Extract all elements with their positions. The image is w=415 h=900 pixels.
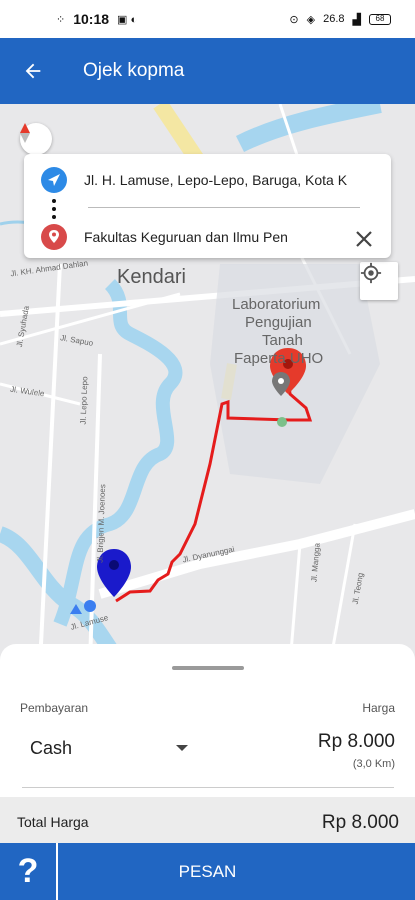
- payment-method-dropdown[interactable]: Cash: [20, 728, 192, 768]
- back-button[interactable]: [0, 38, 66, 104]
- wifi-icon: ◈: [306, 13, 316, 26]
- poi-label-line1: Laboratorium: [232, 296, 321, 313]
- street-label: Jl. Lepo Lepo: [78, 376, 90, 425]
- arrow-left-icon: [25, 63, 41, 79]
- bottom-action-bar: ? PESAN: [0, 843, 415, 900]
- app-bar: Ojek kopma: [0, 38, 415, 104]
- poi-label-line2: Pengujian: [245, 314, 312, 331]
- route-card: Jl. H. Lamuse, Lepo-Lepo, Baruga, Kota K…: [24, 154, 391, 258]
- compass-button[interactable]: [20, 123, 52, 155]
- price-value: Rp 8.000: [317, 731, 395, 752]
- network-speed: 26.8: [323, 13, 345, 25]
- help-button[interactable]: ?: [0, 843, 58, 900]
- battery-level: 68: [375, 13, 385, 23]
- signal-icon: ⁘: [56, 13, 66, 26]
- my-location-button[interactable]: [360, 262, 398, 300]
- payment-method-value: Cash: [30, 737, 73, 758]
- status-bar: ⁘ 10:18 ▣ ◐ ⊙ ◈ 26.8 ▟ 68: [0, 0, 415, 38]
- navigation-icon: [41, 167, 67, 193]
- page-title: Ojek kopma: [83, 60, 185, 81]
- crosshair-icon: [360, 262, 382, 284]
- distance-value: (3,0 Km): [352, 758, 395, 770]
- poi-label-line4: Faperta UHO: [234, 350, 324, 367]
- destination-marker-icon: [41, 224, 67, 250]
- battery-icon: 68: [369, 13, 391, 25]
- payment-label: Pembayaran: [20, 701, 89, 715]
- drag-handle[interactable]: [172, 666, 244, 670]
- compass-icon: [20, 123, 30, 143]
- divider: [88, 207, 360, 208]
- total-row: Total Harga Rp 8.000: [0, 797, 415, 843]
- location-status-icon: ⊙: [289, 13, 299, 26]
- total-label: Total Harga: [17, 814, 89, 830]
- clear-destination-button[interactable]: [344, 219, 384, 259]
- origin-address[interactable]: Jl. H. Lamuse, Lepo-Lepo, Baruga, Kota K: [84, 172, 368, 188]
- notification-icon: ▣ ◐: [117, 13, 138, 26]
- current-location-dot: [84, 600, 96, 612]
- status-time: 10:18: [73, 11, 110, 27]
- close-icon: [356, 231, 372, 247]
- total-value: Rp 8.000: [321, 812, 399, 833]
- divider: [22, 787, 394, 788]
- chevron-down-icon: [176, 745, 188, 751]
- price-label: Harga: [362, 701, 395, 715]
- order-button[interactable]: PESAN: [58, 843, 357, 900]
- cell-signal-icon: ▟: [352, 13, 361, 26]
- poi-label-line3: Tanah: [262, 332, 303, 349]
- origin-row[interactable]: Jl. H. Lamuse, Lepo-Lepo, Baruga, Kota K: [24, 158, 391, 202]
- destination-row[interactable]: Fakultas Keguruan dan Ilmu Pen: [24, 215, 391, 259]
- city-label: Kendari: [117, 266, 186, 288]
- destination-address[interactable]: Fakultas Keguruan dan Ilmu Pen: [84, 229, 368, 245]
